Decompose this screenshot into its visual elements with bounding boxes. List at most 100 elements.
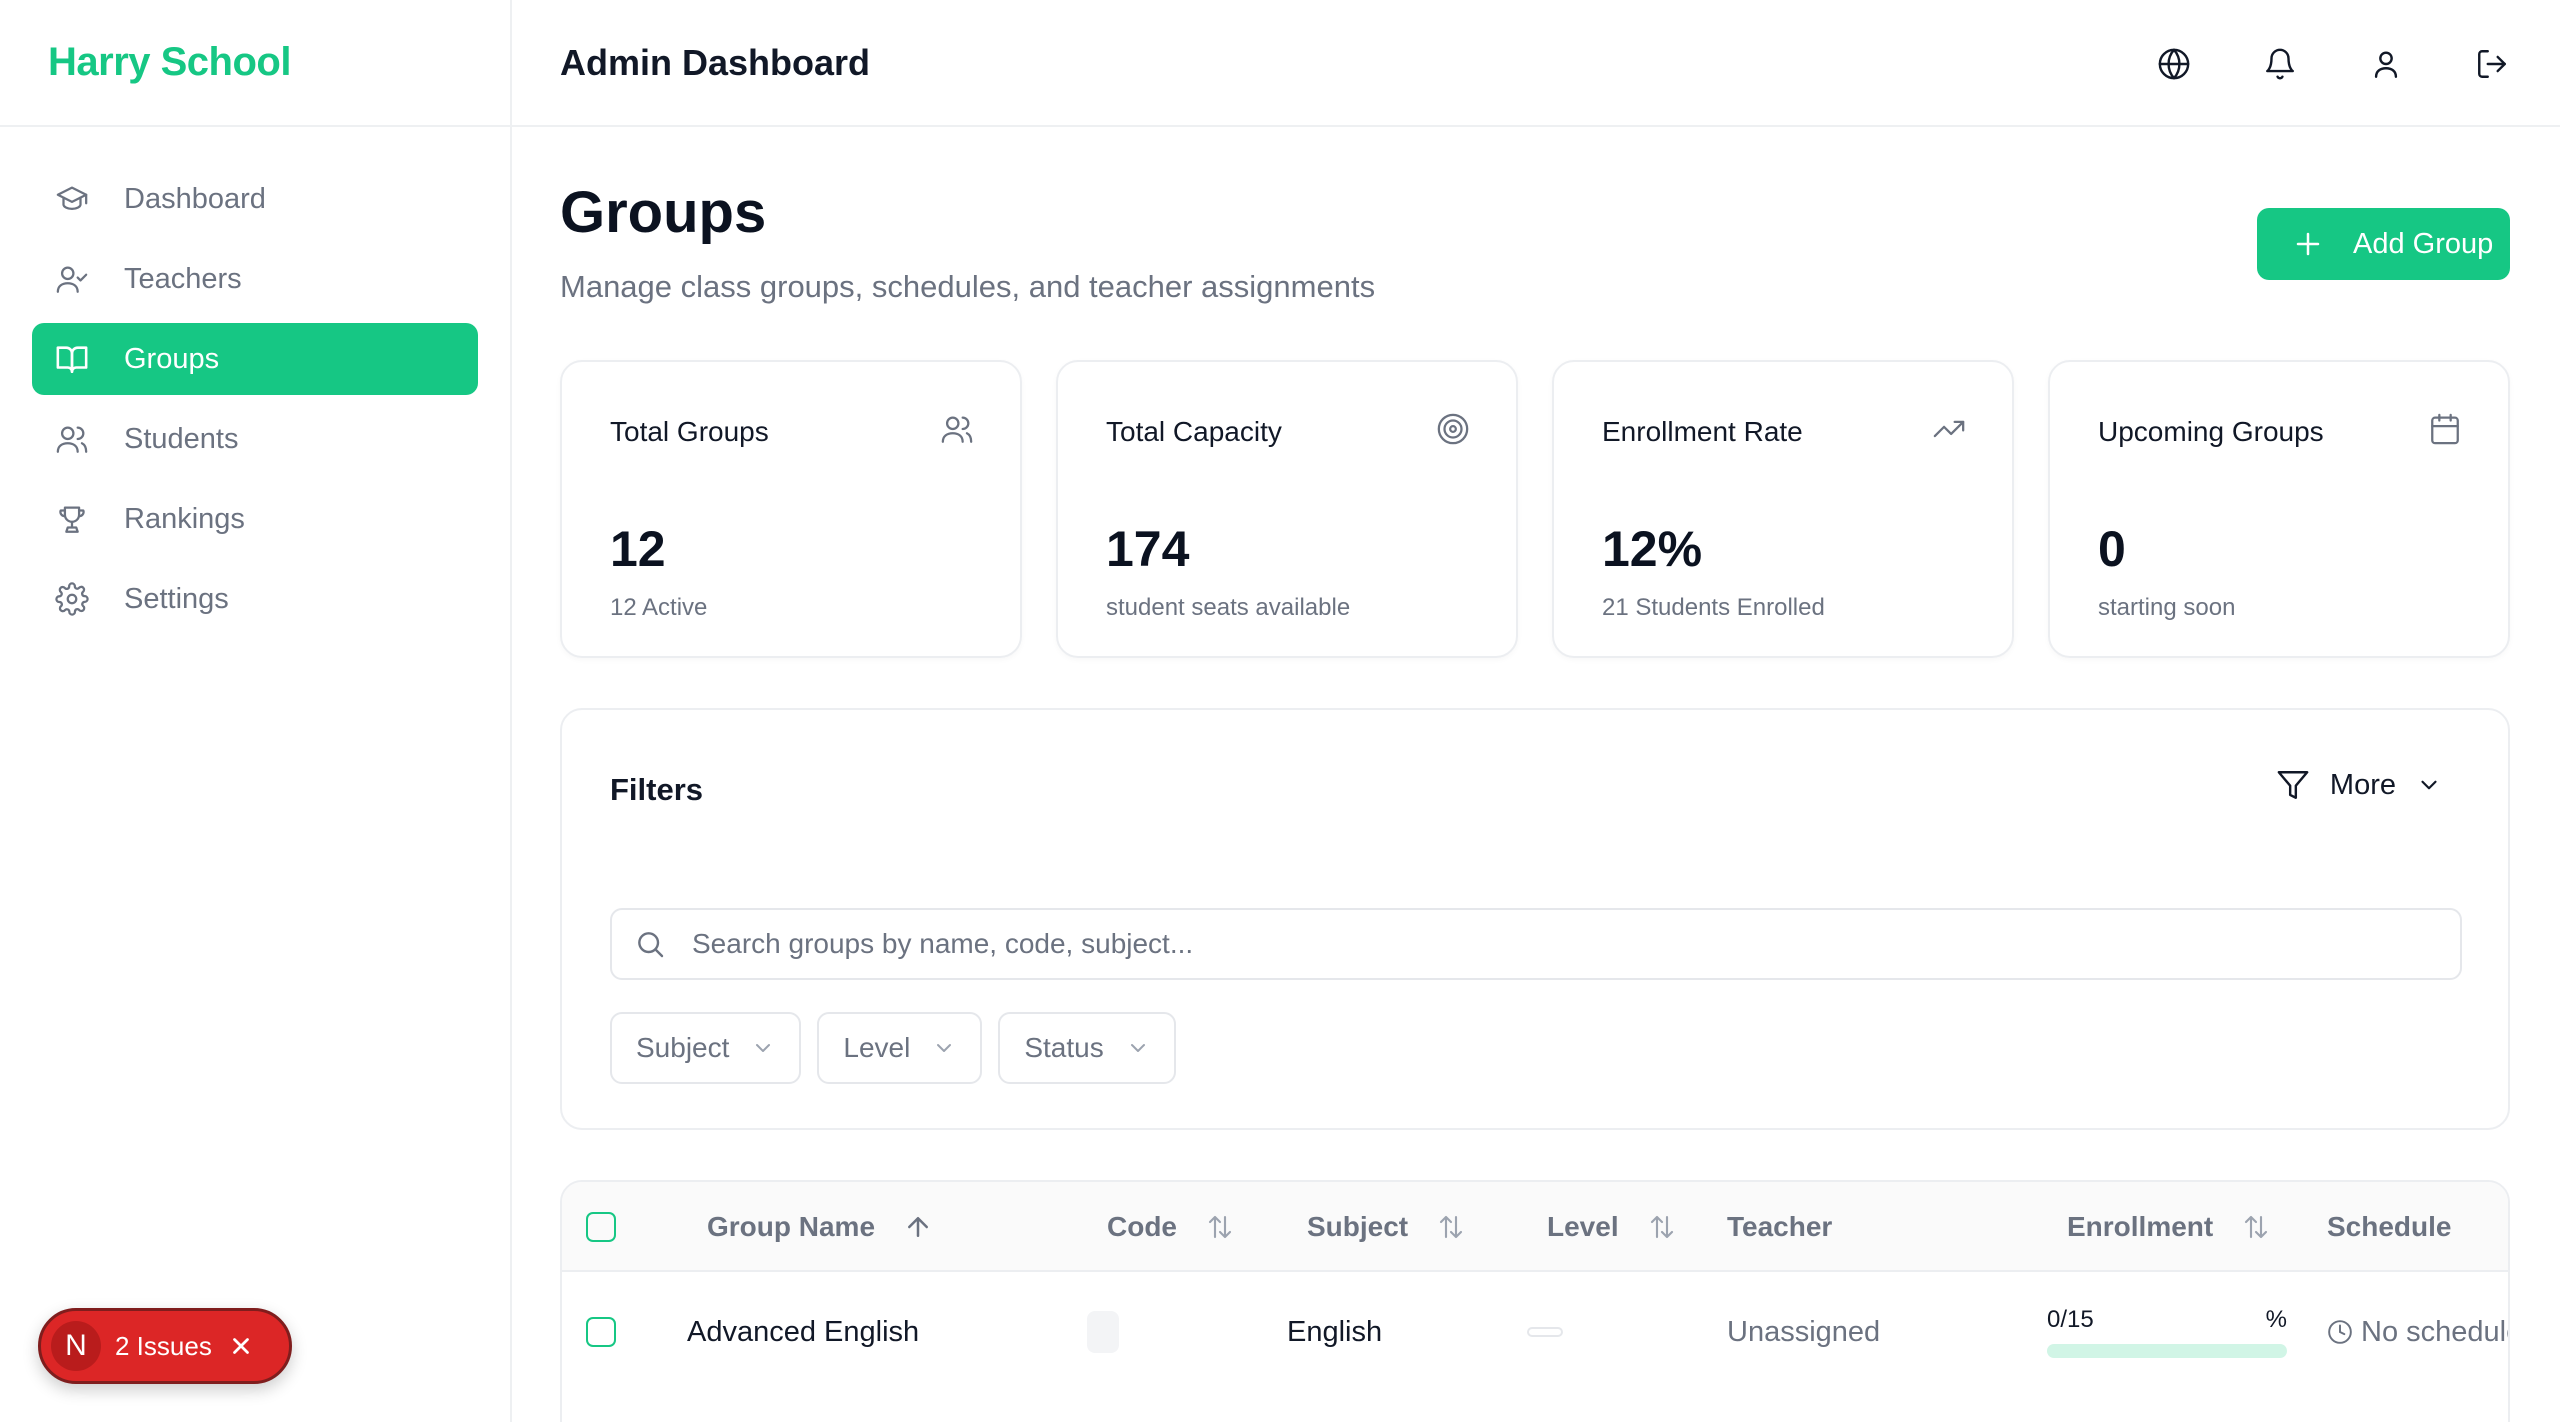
stat-label: Upcoming Groups (2098, 416, 2324, 447)
column-header-level[interactable]: Level (1547, 1182, 1677, 1272)
filter-selects: Subject Level Status (610, 1012, 1176, 1084)
more-filters-button[interactable]: More (2276, 768, 2442, 802)
stat-description: student seats available (1106, 594, 1351, 621)
brand: Harry School (0, 0, 510, 127)
status-select[interactable]: Status (998, 1012, 1176, 1084)
sidebar-item-label: Settings (124, 582, 229, 615)
table-row[interactable]: Advanced English English Unassigned 0/15… (562, 1272, 2508, 1392)
stat-label: Total Capacity (1106, 416, 1282, 447)
groups-table: Group Name Code Subject Level Teacher En… (560, 1180, 2510, 1422)
cell-enrollment: 0/15 % (2047, 1272, 2287, 1392)
issues-badge[interactable]: N 2 Issues (38, 1308, 292, 1384)
sidebar-item-groups[interactable]: Groups (32, 323, 478, 395)
users-icon (940, 412, 976, 448)
level-select[interactable]: Level (817, 1012, 983, 1084)
stat-label: Enrollment Rate (1602, 416, 1803, 447)
schedule-text: No schedule (2361, 1315, 2510, 1348)
header-actions (2154, 0, 2512, 127)
cell-group-name[interactable]: Advanced English (687, 1272, 919, 1392)
cell-schedule: No schedule (2327, 1272, 2510, 1392)
trophy-icon (54, 501, 90, 537)
sort-icon (1440, 1215, 1463, 1239)
cell-subject: English (1287, 1315, 1383, 1348)
stat-card-total-groups: Total Groups 12 12 Active (560, 360, 1022, 658)
level-badge (1527, 1327, 1563, 1337)
add-group-button[interactable]: Add Group (2257, 208, 2510, 280)
stats-row: Total Groups 12 12 Active Total Capacity… (560, 360, 2510, 658)
bell-icon[interactable] (2260, 44, 2300, 84)
cell-teacher: Unassigned (1727, 1315, 1881, 1348)
book-open-icon (54, 341, 90, 377)
stat-value: 174 (1106, 521, 1190, 577)
column-label: Level (1547, 1211, 1619, 1242)
enrollment-text: 0/15 % (2047, 1306, 2287, 1334)
column-label: Schedule (2327, 1211, 2452, 1242)
column-header-schedule: Schedule (2327, 1182, 2451, 1272)
cell-code (1087, 1272, 1119, 1392)
top-bar: Admin Dashboard (512, 0, 2560, 127)
column-header-code[interactable]: Code (1107, 1182, 1235, 1272)
status-select-label: Status (1024, 1032, 1104, 1063)
search-field[interactable] (610, 908, 2462, 980)
cell-level (1527, 1272, 1563, 1392)
target-icon (1436, 412, 1472, 448)
column-label: Subject (1307, 1211, 1409, 1242)
enrollment-percent: % (2265, 1306, 2287, 1333)
stat-card-total-capacity: Total Capacity 174 student seats availab… (1056, 360, 1518, 658)
stat-value: 0 (2098, 521, 2126, 577)
column-header-teacher: Teacher (1727, 1182, 1832, 1272)
more-label: More (2329, 768, 2396, 801)
sort-asc-icon (908, 1217, 929, 1237)
select-all-checkbox[interactable] (586, 1212, 616, 1242)
brand-logo-text[interactable]: Harry School (48, 40, 291, 85)
table-header: Group Name Code Subject Level Teacher En… (562, 1182, 2508, 1272)
stat-description: starting soon (2098, 594, 2236, 621)
subject-select[interactable]: Subject (610, 1012, 802, 1084)
trending-up-icon (1932, 412, 1968, 448)
chevron-down-icon (2421, 780, 2437, 790)
sidebar-item-label: Students (124, 422, 239, 455)
logout-icon[interactable] (2472, 44, 2512, 84)
row-checkbox[interactable] (586, 1317, 616, 1347)
graduation-cap-icon (54, 181, 90, 217)
close-icon[interactable] (228, 1333, 254, 1359)
stat-description: 21 Students Enrolled (1602, 594, 1825, 621)
sort-icon (1208, 1215, 1232, 1239)
chevron-down-icon (756, 1044, 771, 1052)
user-check-icon (54, 261, 90, 297)
sidebar-item-dashboard[interactable]: Dashboard (32, 163, 478, 235)
search-input[interactable] (692, 928, 2392, 960)
page-subtitle: Manage class groups, schedules, and teac… (560, 269, 1376, 304)
calendar-icon (2428, 412, 2464, 448)
sidebar-item-students[interactable]: Students (32, 403, 478, 475)
user-icon[interactable] (2366, 44, 2406, 84)
column-label: Teacher (1727, 1211, 1833, 1242)
stat-value: 12% (1602, 521, 1703, 577)
filter-icon (2277, 771, 2309, 799)
enrollment-count: 0/15 (2047, 1306, 2094, 1333)
sort-icon (2245, 1215, 2268, 1239)
sidebar-item-rankings[interactable]: Rankings (32, 483, 478, 555)
level-select-label: Level (843, 1032, 911, 1063)
subject-select-label: Subject (636, 1032, 730, 1063)
stat-card-upcoming-groups: Upcoming Groups 0 starting soon (2048, 360, 2510, 658)
gear-icon (54, 581, 90, 617)
enrollment-progress-bar (2047, 1344, 2287, 1358)
column-label: Enrollment (2067, 1211, 2214, 1242)
sidebar-item-settings[interactable]: Settings (32, 563, 478, 635)
stat-value: 12 (610, 521, 666, 577)
filters-panel: Filters More Subject Level Status (560, 708, 2510, 1130)
globe-icon[interactable] (2154, 44, 2194, 84)
column-label: Group Name (707, 1211, 876, 1242)
column-header-subject[interactable]: Subject (1307, 1182, 1466, 1272)
column-header-group-name[interactable]: Group Name (707, 1182, 933, 1272)
sidebar-item-label: Rankings (124, 502, 245, 535)
page-title: Groups (560, 180, 767, 245)
header-title: Admin Dashboard (560, 41, 871, 83)
stat-card-enrollment-rate: Enrollment Rate 12% 21 Students Enrolled (1552, 360, 2014, 658)
column-header-enrollment[interactable]: Enrollment (2067, 1182, 2271, 1272)
sidebar-nav: Dashboard Teachers Groups Students Ranki… (0, 127, 510, 635)
chevron-down-icon (1130, 1044, 1145, 1052)
sidebar-item-teachers[interactable]: Teachers (32, 243, 478, 315)
sidebar-item-label: Groups (124, 342, 220, 375)
